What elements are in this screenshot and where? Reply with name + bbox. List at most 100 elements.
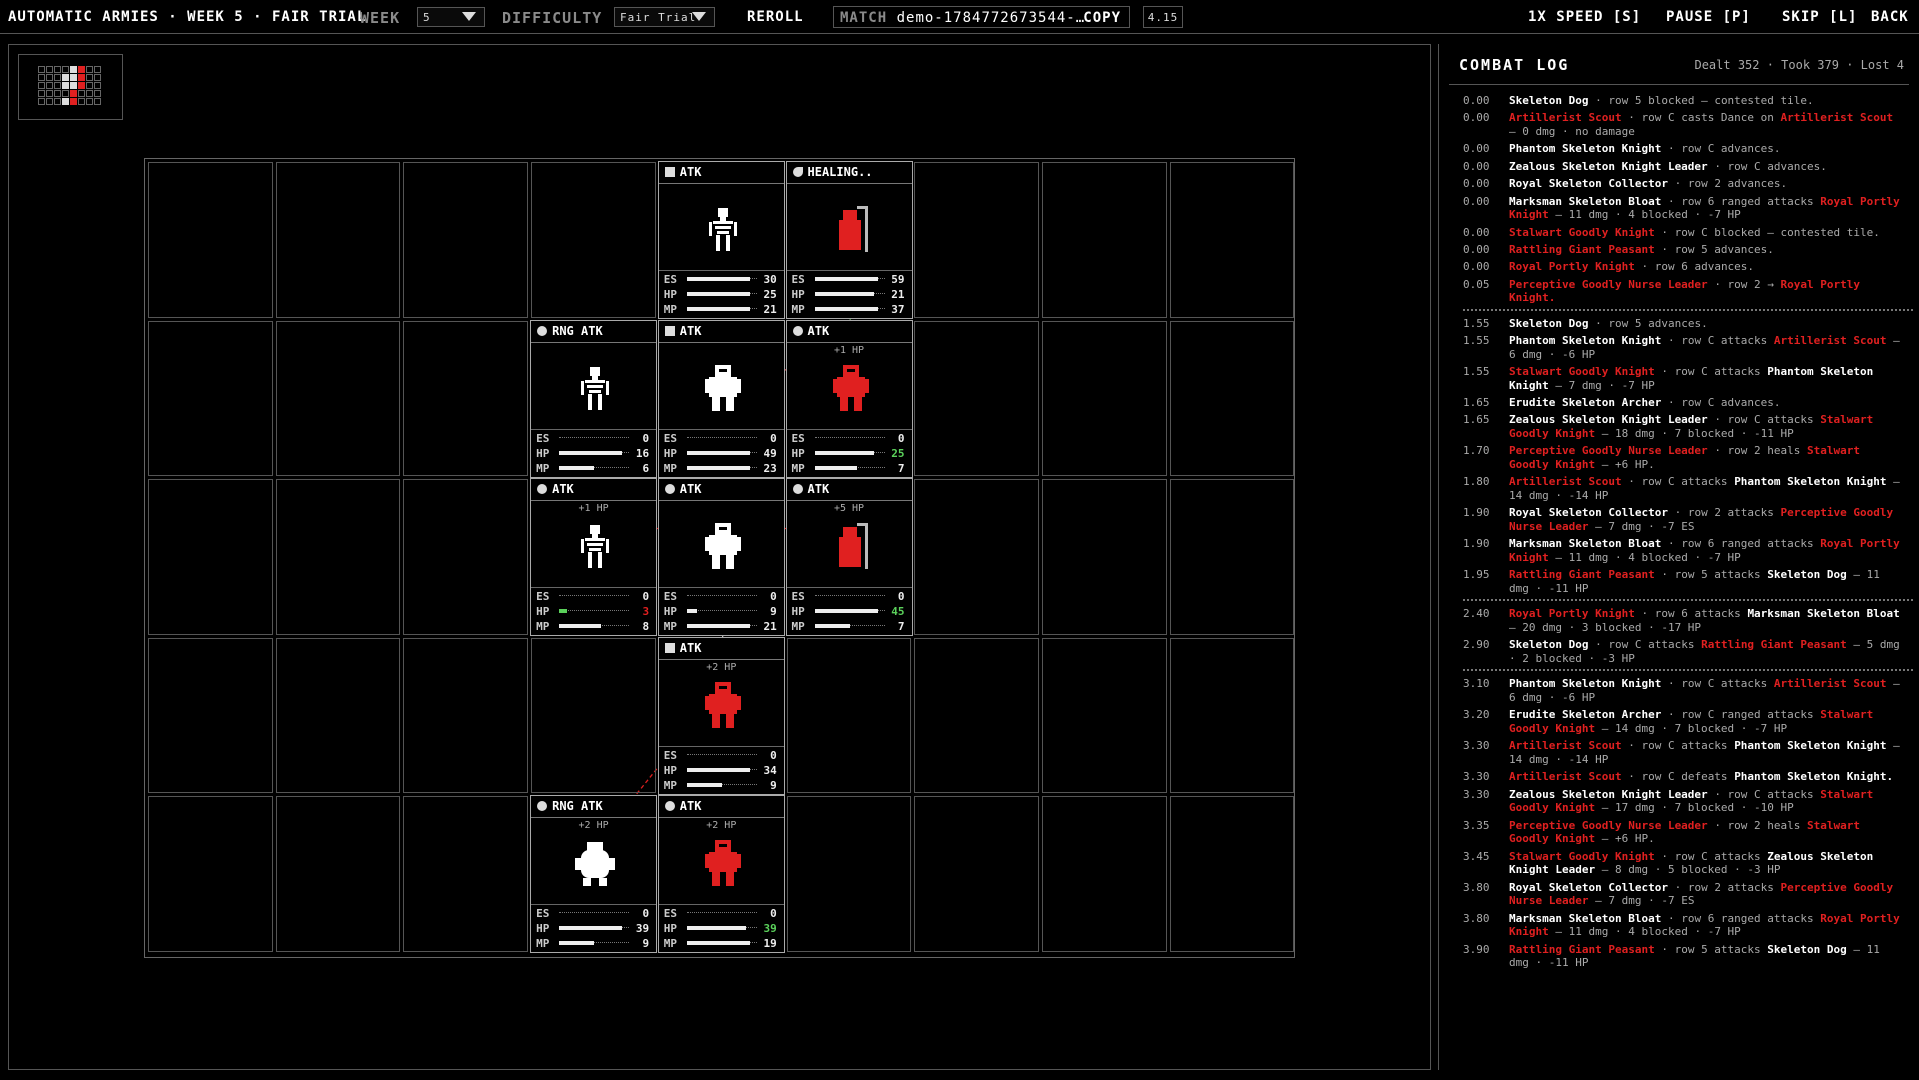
unit-card[interactable]: ATK +2 HP ES 0 HP 39 MP 19 xyxy=(657,795,785,954)
unit-card[interactable]: ATK ES 30 HP 25 MP 21 xyxy=(657,161,785,319)
board-tile[interactable] xyxy=(403,796,529,952)
log-entry: 0.00 Artillerist Scout · row C casts Danc… xyxy=(1463,111,1903,138)
unit-intent: ATK xyxy=(786,479,912,502)
unit-card[interactable]: RNG ATK +2 HP ES 0 HP 39 MP 9 xyxy=(530,795,658,954)
log-timestamp: 0.05 xyxy=(1463,277,1490,291)
mp-stat: MP 7 xyxy=(790,619,909,634)
board-tile[interactable] xyxy=(1041,796,1167,952)
board-tile[interactable] xyxy=(914,320,1039,477)
log-entry: 0.05 Perceptive Goodly Nurse Leader · row… xyxy=(1463,278,1903,305)
board-tile[interactable] xyxy=(403,637,529,794)
log-entry: 2.90 Skeleton Dog · row C attacks Rattlin… xyxy=(1463,638,1903,665)
mp-bar-fill xyxy=(686,782,722,787)
back-button[interactable]: BACK xyxy=(1871,9,1909,25)
log-timestamp: 0.00 xyxy=(1463,260,1490,274)
hp-label: HP xyxy=(536,922,550,936)
enemy-unit-sprite xyxy=(832,364,869,411)
ally-unit-name: Skeleton Dog xyxy=(1509,638,1589,652)
log-entry: 1.55 Stalwart Goodly Knight · row C attac… xyxy=(1463,365,1903,392)
log-message: Rattling Giant Peasant · row 5 attacks S… xyxy=(1509,943,1903,970)
board-tile[interactable] xyxy=(148,796,273,952)
ally-unit-name: Phantom Skeleton Knight xyxy=(1509,334,1662,348)
board-tile[interactable] xyxy=(1041,320,1167,477)
board-tile[interactable] xyxy=(403,162,529,318)
unit-card[interactable]: ATK +1 HP ES 0 HP 25 MP 7 xyxy=(785,319,913,478)
es-label: ES xyxy=(791,431,805,445)
log-message: Zealous Skeleton Knight Leader · row C a… xyxy=(1509,788,1903,815)
minimap-cell xyxy=(86,98,93,105)
log-text: · row C advances. xyxy=(1714,159,1827,173)
unit-card[interactable]: ATK +1 HP ES 0 HP 3 MP 8 xyxy=(530,478,658,637)
board-tile[interactable] xyxy=(275,320,401,477)
board-tile[interactable] xyxy=(1041,637,1167,794)
combat-log-entries[interactable]: 0.00 Skeleton Dog · row 5 blocked — conte… xyxy=(1463,94,1913,974)
unit-intent-label: ATK xyxy=(679,165,702,179)
board-tile[interactable] xyxy=(1169,162,1295,318)
board-tile[interactable] xyxy=(914,162,1039,318)
board-tile[interactable] xyxy=(914,637,1039,794)
log-timestamp: 0.00 xyxy=(1463,242,1490,256)
log-timestamp: 1.65 xyxy=(1463,413,1490,427)
ally-unit-name: Royal Skeleton Collector xyxy=(1509,506,1668,520)
board-tile[interactable] xyxy=(1041,479,1167,635)
speed-button[interactable]: 1X SPEED [S] xyxy=(1528,9,1641,25)
enemy-unit-name: Artillerist Scout xyxy=(1773,334,1887,348)
es-bar xyxy=(814,277,885,281)
reroll-button[interactable]: REROLL xyxy=(747,9,804,25)
mp-bar xyxy=(559,465,630,470)
mp-label: MP xyxy=(663,620,678,634)
unit-card[interactable]: HEALING.. ES 59 HP 21 MP 37 xyxy=(785,161,913,319)
board-tile[interactable] xyxy=(275,162,401,318)
board-tile[interactable] xyxy=(914,479,1039,635)
divider xyxy=(1449,84,1909,85)
board-tile[interactable] xyxy=(148,162,273,318)
log-timestamp: 3.30 xyxy=(1463,787,1490,801)
pause-button[interactable]: PAUSE [P] xyxy=(1666,9,1751,25)
minimap[interactable] xyxy=(18,54,123,120)
unit-card[interactable]: ATK ES 0 HP 49 MP 23 xyxy=(657,319,785,478)
board-tile[interactable] xyxy=(1169,637,1295,794)
board-tile[interactable] xyxy=(275,637,401,794)
mp-stat: MP 21 xyxy=(662,619,781,634)
hp-change-popup: +1 HP xyxy=(833,344,865,356)
skip-button[interactable]: SKIP [L] xyxy=(1782,9,1857,25)
mp-stat: MP 9 xyxy=(662,778,781,793)
unit-card[interactable]: ATK +2 HP ES 0 HP 34 MP 9 xyxy=(657,636,785,795)
unit-card[interactable]: ATK +5 HP ES 0 HP 45 MP 7 xyxy=(785,478,913,637)
board-tile[interactable] xyxy=(1169,796,1295,952)
hp-change-popup: +1 HP xyxy=(578,503,609,515)
unit-stats: ES 0 HP 45 MP 7 xyxy=(786,587,912,637)
board-tile[interactable] xyxy=(786,796,912,952)
board-tile[interactable] xyxy=(1169,479,1295,635)
board-tile[interactable] xyxy=(148,479,273,635)
minimap-cell xyxy=(78,66,85,73)
board-tile[interactable] xyxy=(1041,162,1167,318)
board-tile[interactable] xyxy=(1169,320,1295,477)
unit-card[interactable]: ATK ES 0 HP 9 MP 21 xyxy=(657,478,785,637)
mp-value: 21 xyxy=(763,620,777,634)
board-tile[interactable] xyxy=(786,637,912,794)
hp-bar xyxy=(686,926,757,931)
board-tile[interactable] xyxy=(148,320,273,477)
copy-match-button[interactable]: COPY xyxy=(1083,10,1121,26)
es-value: 0 xyxy=(770,431,777,445)
mp-label: MP xyxy=(536,461,550,475)
hp-stat: HP 49 xyxy=(662,446,781,461)
hp-stat: HP 9 xyxy=(662,604,781,619)
week-select-value: 5 xyxy=(423,11,431,24)
week-select[interactable]: 5 xyxy=(417,7,485,27)
board-tile[interactable] xyxy=(531,162,656,318)
board-tile[interactable] xyxy=(403,479,529,635)
board-tile[interactable] xyxy=(531,637,656,794)
mp-bar-fill xyxy=(814,624,850,629)
log-text: · row 2 attacks xyxy=(1674,506,1774,520)
board-tile[interactable] xyxy=(914,796,1039,952)
board-tile[interactable] xyxy=(403,320,529,477)
difficulty-select[interactable]: Fair Trial xyxy=(614,7,715,27)
board-tile[interactable] xyxy=(148,637,273,794)
unit-card[interactable]: RNG ATK ES 0 HP 16 MP 6 xyxy=(530,319,658,478)
board-tile[interactable] xyxy=(275,479,401,635)
log-entry: 2.40 Royal Portly Knight · row 6 attacks … xyxy=(1463,607,1903,634)
unit-intent-label: ATK xyxy=(679,640,702,655)
board-tile[interactable] xyxy=(275,796,401,952)
